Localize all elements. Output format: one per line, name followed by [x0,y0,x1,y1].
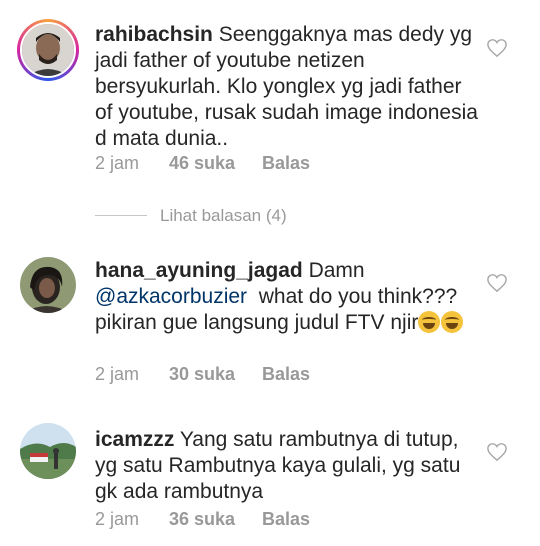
avatar[interactable] [20,257,76,313]
face-with-tears-of-joy-icon [441,311,464,333]
user-photo-icon [20,22,76,78]
comment-time: 2 jam [95,153,140,173]
comment-time: 2 jam [95,509,140,529]
comment-body: icamzzz Yang satu rambutnya di tutup, yg… [95,427,480,505]
divider [95,215,147,216]
reply-button[interactable]: Balas [262,153,310,174]
comment-body: hana_ayuning_jagad Damn @azkacorbuzier w… [95,258,480,336]
avatar[interactable] [20,423,76,479]
comment-username[interactable]: icamzzz [95,428,174,451]
user-photo-icon [20,423,76,479]
comment-meta: 2 jam 30 suka Balas [95,364,310,385]
comment-item: icamzzz Yang satu rambutnya di tutup, yg… [0,385,540,546]
comment-time: 2 jam [95,364,140,384]
comment-likes[interactable]: 36 suka [169,509,262,530]
comment-meta: 2 jam 46 suka Balas [95,153,310,174]
heart-outline-icon[interactable] [486,442,508,462]
face-with-tears-of-joy-icon [418,311,441,333]
user-photo-icon [20,257,76,313]
heart-outline-icon[interactable] [486,38,508,58]
comment-username[interactable]: hana_ayuning_jagad [95,259,303,282]
reply-button[interactable]: Balas [262,364,310,385]
mention-link[interactable]: @azkacorbuzier [95,285,247,308]
view-replies-button[interactable]: Lihat balasan (4) [95,206,415,226]
comment-body: rahibachsin Seenggaknya mas dedy yg jadi… [95,22,480,152]
view-replies-label: Lihat balasan (4) [160,206,287,225]
reply-button[interactable]: Balas [262,509,310,530]
comment-likes[interactable]: 30 suka [169,364,262,385]
avatar[interactable] [17,19,79,81]
comment-meta: 2 jam 36 suka Balas [95,509,310,530]
comment-username[interactable]: rahibachsin [95,23,213,46]
comment-item: hana_ayuning_jagad Damn @azkacorbuzier w… [0,240,540,385]
comment-text: Damn [308,259,365,282]
comment-item: rahibachsin Seenggaknya mas dedy yg jadi… [0,0,540,240]
comment-likes[interactable]: 46 suka [169,153,262,174]
heart-outline-icon[interactable] [486,273,508,293]
